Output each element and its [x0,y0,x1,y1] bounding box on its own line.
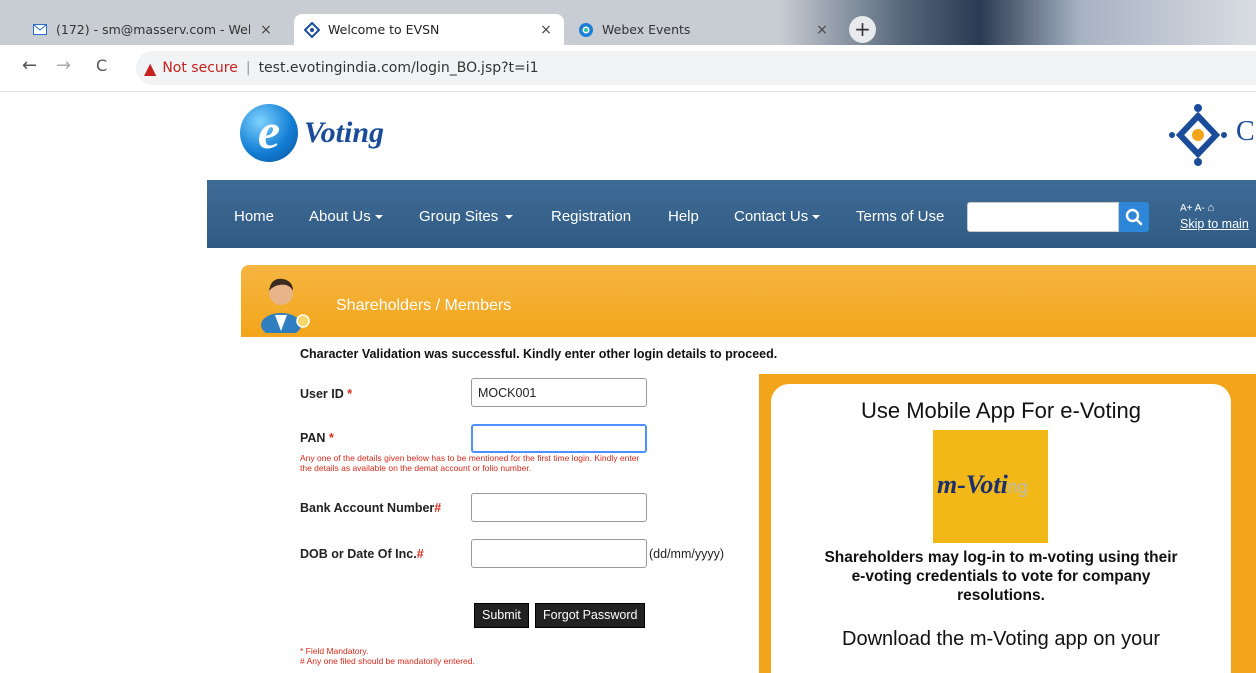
note-line: # Any one filed should be mandatorily en… [300,656,475,666]
tab-title: (172) - sm@masserv.com - Webr [56,22,250,37]
promo-title: Use Mobile App For e-Voting [860,398,1142,423]
section-header: Shareholders / Members [241,265,1256,337]
forgot-password-button[interactable]: Forgot Password [535,603,646,628]
logo-e-globe: e [240,104,298,162]
label-text: User ID [300,387,344,401]
tab-title: Welcome to EVSN [328,22,440,37]
nav-help[interactable]: Help [668,208,699,225]
cdsl-logo-icon [1169,104,1227,166]
search-input[interactable] [967,202,1119,232]
nav-home[interactable]: Home [234,208,274,225]
m-voting-logo-text: m-Voting [937,470,1028,500]
promo-card: Use Mobile App For e-Voting m-Voting Sha… [771,384,1231,673]
skip-to-main-link[interactable]: Skip to main [1180,217,1249,231]
nav-label: Contact Us [734,208,809,225]
browser-tab-strip: (172) - sm@masserv.com - Webr × Welcome … [0,0,1256,45]
nav-contact-us[interactable]: Contact Us [734,208,821,225]
cdsl-logo-text: C [1236,116,1255,147]
mail-icon [32,22,48,38]
mandatory-notes: * Field Mandatory. # Any one filed shoul… [300,646,475,666]
url-text[interactable]: test.evotingindia.com/login_BO.jsp?t=i1 [259,60,539,76]
warning-icon[interactable]: ▲ [144,59,156,78]
nav-label: About Us [309,208,371,225]
back-arrow-icon[interactable]: ← [22,55,37,76]
home-icon[interactable]: ⌂ [1208,202,1215,214]
divider: | [245,60,251,76]
chevron-down-icon [812,215,821,220]
font-size-controls[interactable]: A+ A- ⌂ [1180,202,1214,214]
hash-mark: # [416,547,424,561]
mobile-app-promo: Use Mobile App For e-Voting m-Voting Sha… [759,374,1256,673]
search-icon [1125,208,1143,226]
new-tab-button[interactable]: + [849,16,876,43]
submit-button[interactable]: Submit [474,603,529,628]
close-icon[interactable]: × [258,22,274,38]
dob-field[interactable] [471,539,647,568]
promo-line: e-voting credentials to vote for company [851,568,1151,585]
nav-registration[interactable]: Registration [551,208,631,225]
user-avatar-icon [261,278,310,333]
nav-terms-of-use[interactable]: Terms of Use [856,208,944,225]
required-mark: * [328,431,334,445]
nav-label: Group Sites [419,208,499,225]
label-text: DOB or Date Of Inc. [300,547,417,561]
evoting-logo[interactable]: e Voting [240,104,384,162]
logo-main: m-Voti [937,470,1008,499]
bank-account-field[interactable] [471,493,647,522]
chevron-down-icon [505,215,514,220]
login-panel: Character Validation was successful. Kin… [243,337,1256,673]
validation-message: Character Validation was successful. Kin… [300,347,778,361]
note-line: Any one of the details given below has t… [300,453,640,463]
dob-label: DOB or Date Of Inc.# [300,547,424,561]
promo-line: resolutions. [957,587,1045,604]
pan-label: PAN * [300,431,334,445]
webex-icon [578,22,594,38]
hash-mark: # [434,501,442,515]
search-button[interactable] [1119,202,1149,232]
main-navigation: Home About Us Group Sites Registration H… [207,180,1256,248]
close-icon[interactable]: × [538,22,554,38]
user-id-label: User ID * [300,387,352,401]
promo-description: Shareholders may log-in to m-voting usin… [791,548,1211,605]
cdsl-favicon-icon [304,21,320,38]
pan-field[interactable] [471,424,647,453]
logo-faded: ng [1007,477,1028,497]
m-voting-logo[interactable]: m-Voting [933,430,1048,543]
tab-title: Webex Events [602,22,691,37]
nav-group-sites[interactable]: Group Sites [419,208,514,225]
font-size-label[interactable]: A+ A- [1180,203,1205,214]
section-title: Shareholders / Members [336,297,512,314]
reload-icon[interactable]: C [96,56,107,75]
close-icon[interactable]: × [814,22,830,38]
login-instructions: Any one of the details given below has t… [300,453,770,473]
date-format-hint: (dd/mm/yyyy) [649,547,724,561]
logo-text: Voting [304,116,385,149]
label-text: PAN [300,431,326,445]
nav-about-us[interactable]: About Us [309,208,383,225]
security-status[interactable]: Not secure [162,60,238,76]
browser-toolbar: ← → C ▲ Not secure | test.evotingindia.c… [0,45,1256,92]
user-id-field[interactable] [471,378,647,407]
promo-line: Shareholders may log-in to m-voting usin… [824,549,1178,566]
chevron-down-icon [374,215,383,220]
bank-account-label: Bank Account Number# [300,501,441,515]
required-mark: * [347,387,353,401]
address-bar[interactable]: ▲ Not secure | test.evotingindia.com/log… [136,51,1256,85]
tab-webex[interactable]: Webex Events × [568,14,840,45]
note-line: * Field Mandatory. [300,646,369,656]
note-line: the details as available on the demat ac… [300,463,532,473]
forward-arrow-icon[interactable]: → [56,55,71,76]
tab-mail[interactable]: (172) - sm@masserv.com - Webr × [22,14,284,45]
tab-evsn[interactable]: Welcome to EVSN × [294,14,564,45]
download-text: Download the m-Voting app on your [842,628,1160,650]
label-text: Bank Account Number [300,501,435,515]
